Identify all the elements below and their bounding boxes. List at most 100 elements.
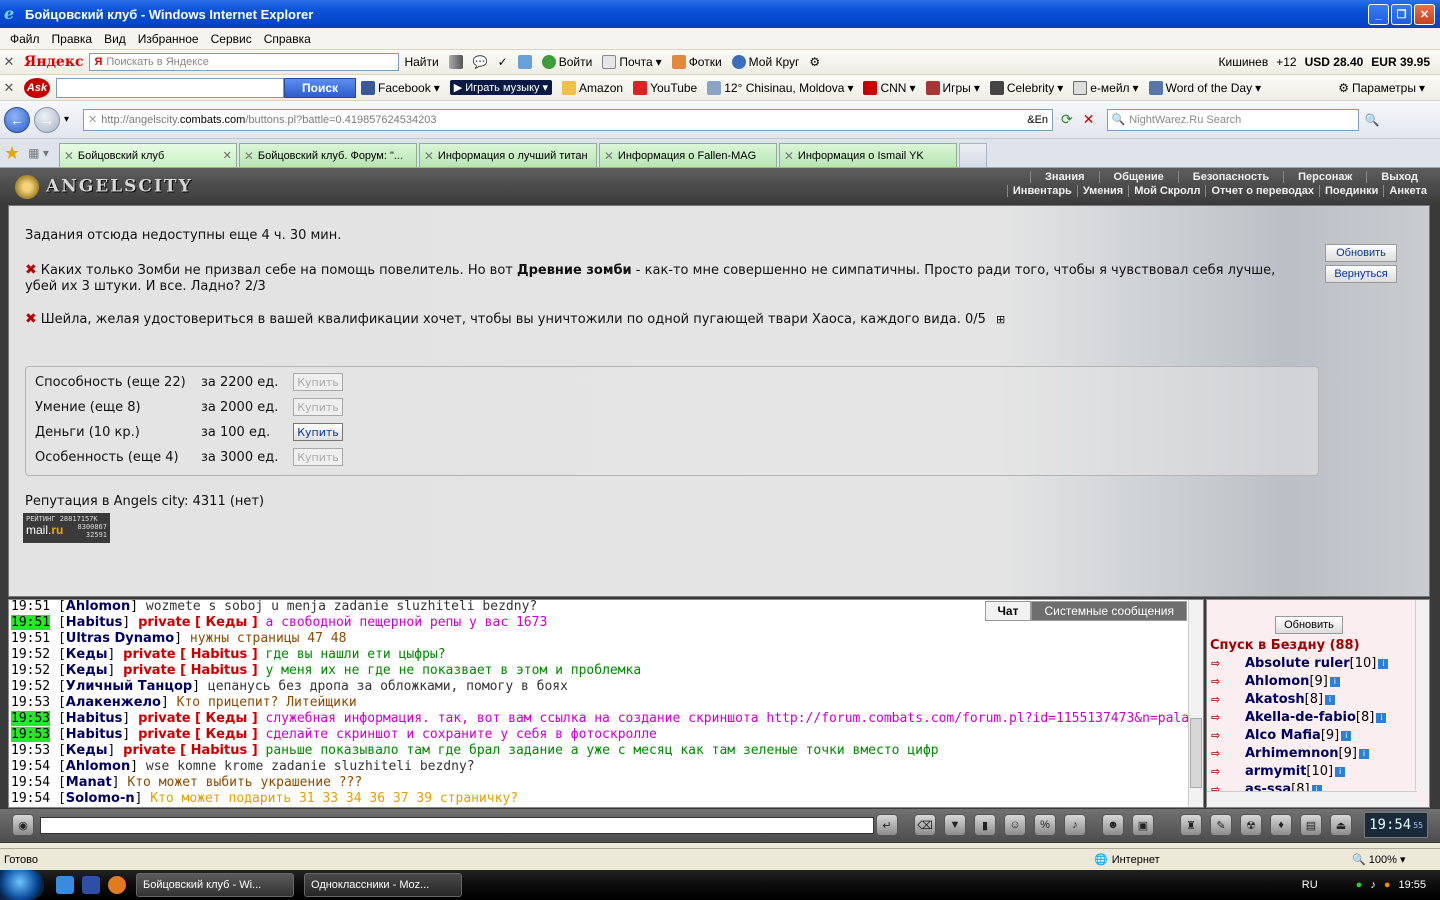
player-row[interactable]: ⇨ Arhimemnon [9] i <box>1211 746 1369 761</box>
celebrity-link[interactable]: Celebrity ▾ <box>985 80 1068 95</box>
back-return-button[interactable]: Вернуться <box>1325 265 1397 283</box>
player-name[interactable]: Akatosh <box>1245 692 1305 707</box>
private-arrow-icon[interactable]: ⇨ <box>1211 729 1231 743</box>
info-icon[interactable]: i <box>1329 676 1340 687</box>
task-fightclub[interactable]: Бойцовский клуб - Wi... <box>136 873 294 897</box>
taskbar-clock[interactable]: 19:55 <box>1398 879 1426 891</box>
info-icon[interactable]: i <box>1325 694 1336 705</box>
nav-knowledge[interactable]: Знания <box>1030 171 1098 183</box>
new-tab-button[interactable] <box>958 143 987 167</box>
close-button[interactable]: ✕ <box>1414 4 1435 25</box>
chat-scrollbar[interactable] <box>1188 600 1203 807</box>
weather-label[interactable]: +12 <box>1276 55 1296 69</box>
ie-quicklaunch-icon[interactable] <box>56 876 74 894</box>
private-tag[interactable]: private [ Habitus ] <box>123 647 258 662</box>
signal-icon[interactable] <box>444 55 468 69</box>
menu-file[interactable]: Файл <box>4 32 46 46</box>
ask-logo[interactable]: Ask <box>24 77 50 98</box>
buy-button[interactable]: Купить <box>293 398 343 416</box>
player-row[interactable]: ⇨ armymit [10] i <box>1211 764 1346 779</box>
close-toolbar-icon[interactable]: ✕ <box>0 80 18 96</box>
exit-icon[interactable]: ⏏ <box>1330 814 1352 836</box>
city-label[interactable]: Кишинев <box>1219 55 1269 69</box>
private-tag[interactable]: private [ Кеды ] <box>138 615 258 630</box>
mailru-rating-counter[interactable]: РЕЙТИНГ 28817157K mail.ru 8300867 32591 <box>23 513 110 543</box>
message-time[interactable]: 19:54 <box>11 791 50 806</box>
nav-transfers[interactable]: Отчет о переводах <box>1205 185 1319 197</box>
player-row[interactable]: ⇨ Akatosh [8] i <box>1211 692 1336 707</box>
message-author[interactable]: [Ahlomon] <box>58 600 138 614</box>
task-odnoklassniki[interactable]: Одноклассники - Moz... <box>304 873 462 897</box>
music-player[interactable]: ▶ Играть музыку ▾ <box>445 80 557 95</box>
search-go-icon[interactable]: 🔍 <box>1365 113 1380 127</box>
tab-info-titan[interactable]: ✕ Информация о лучший титан <box>418 143 597 167</box>
info-icon[interactable]: i <box>1378 658 1389 669</box>
message-author[interactable]: [Кеды] <box>58 663 115 678</box>
close-toolbar-icon[interactable]: ✕ <box>0 54 18 70</box>
private-arrow-icon[interactable]: ⇨ <box>1211 711 1231 725</box>
message-time[interactable]: 19:53 <box>11 743 50 758</box>
tab-fightclub[interactable]: ✕ Бойцовский клуб ✕ <box>58 143 237 167</box>
usd-rate[interactable]: USD 28.40 <box>1305 55 1364 69</box>
info-icon[interactable]: i <box>1376 712 1387 723</box>
params-button[interactable]: ⚙ Параметры ▾ <box>1333 81 1430 95</box>
message-author[interactable]: [Ahlomon] <box>58 759 138 774</box>
network-icon[interactable]: ● <box>1356 879 1363 891</box>
firefox-quicklaunch-icon[interactable] <box>108 876 126 894</box>
menu-view[interactable]: Вид <box>98 32 132 46</box>
image-icon[interactable]: ▣ <box>1132 814 1154 836</box>
private-tag[interactable]: private [ Кеды ] <box>138 711 258 726</box>
tab-chat[interactable]: Чат <box>984 601 1032 621</box>
word-of-day-link[interactable]: Word of the Day ▾ <box>1144 80 1267 95</box>
message-time[interactable]: 19:51 <box>11 631 50 646</box>
shield-icon[interactable]: ♦ <box>1270 814 1292 836</box>
chat-bubble-icon[interactable]: 💬 <box>468 55 493 69</box>
player-name[interactable]: Alco Mafia <box>1245 728 1321 743</box>
private-arrow-icon[interactable]: ⇨ <box>1211 675 1231 689</box>
ask-search-input[interactable] <box>56 77 284 98</box>
message-author[interactable]: [Habitus] <box>58 711 130 726</box>
menu-tools[interactable]: Сервис <box>205 32 258 46</box>
message-author[interactable]: [Кеды] <box>58 647 115 662</box>
private-tag[interactable]: private [ Habitus ] <box>123 663 258 678</box>
start-button[interactable] <box>0 870 44 900</box>
message-author[interactable]: [Алакенжело] <box>58 695 169 710</box>
stop-icon[interactable]: ✕ <box>1083 111 1095 128</box>
refresh-button[interactable]: Обновить <box>1325 244 1397 262</box>
private-tag[interactable]: private [ Habitus ] <box>123 743 258 758</box>
tab-forum[interactable]: ✕ Бойцовский клуб. Форум: "... <box>238 143 417 167</box>
zoom-level[interactable]: 🔍 100% ▾ <box>1352 853 1405 866</box>
translate-icon[interactable] <box>513 55 537 69</box>
message-time[interactable]: 19:51 <box>11 600 50 614</box>
menu-help[interactable]: Справка <box>258 32 317 46</box>
chat-mode-icon[interactable]: ◉ <box>12 814 34 836</box>
nav-skills[interactable]: Умения <box>1076 185 1128 197</box>
eraser-icon[interactable]: ⌫ <box>914 814 936 836</box>
menu-favorites[interactable]: Избранное <box>132 32 205 46</box>
online-vertical-scrollbar[interactable] <box>1415 600 1429 790</box>
favorites-star-icon[interactable]: ★ <box>4 143 20 164</box>
language-indicator[interactable]: RU <box>1302 879 1318 891</box>
player-row[interactable]: ⇨ Ahlomon [9] i <box>1211 674 1340 689</box>
facebook-link[interactable]: Facebook ▾ <box>356 80 445 95</box>
tab-system-messages[interactable]: Системные сообщения <box>1031 601 1187 621</box>
private-arrow-icon[interactable]: ⇨ <box>1211 693 1231 707</box>
message-author[interactable]: [Кеды] <box>58 743 115 758</box>
message-author[interactable]: [Habitus] <box>58 727 130 742</box>
scroll-thumb[interactable] <box>1190 718 1202 788</box>
info-icon[interactable]: i <box>1341 730 1352 741</box>
refresh-icon[interactable]: ⟳ <box>1061 111 1073 128</box>
smiley-icon[interactable]: ☻ <box>1102 814 1124 836</box>
cnn-link[interactable]: CNN ▾ <box>858 80 920 95</box>
yandex-login[interactable]: Войти <box>537 55 598 69</box>
tray-app-icon[interactable]: ● <box>1384 879 1391 891</box>
volume-icon[interactable]: ♪ <box>1370 879 1376 891</box>
youtube-link[interactable]: YouTube <box>628 80 702 95</box>
history-dropdown-icon[interactable]: ▾ <box>64 114 69 125</box>
nav-my-scroll[interactable]: Мой Скролл <box>1128 185 1205 197</box>
weather-link[interactable]: 12° Chisinau, Moldova ▾ <box>702 80 858 95</box>
nav-fights[interactable]: Поединки <box>1319 185 1383 197</box>
player-row[interactable]: ⇨ Absolute ruler [10] i <box>1211 656 1389 671</box>
book-icon[interactable]: ▮ <box>974 814 996 836</box>
yandex-logo[interactable]: Яндекс <box>18 54 89 70</box>
